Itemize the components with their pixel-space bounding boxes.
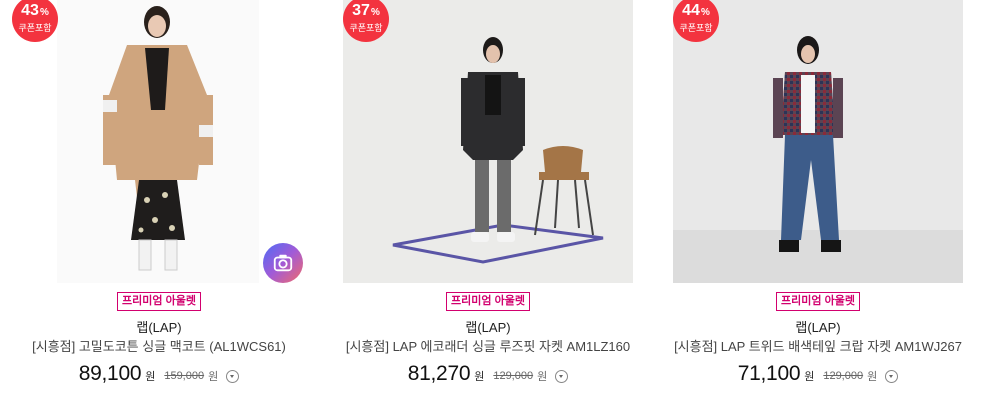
original-price: 129,000 bbox=[493, 370, 534, 382]
coupon-label: 쿠폰포함 bbox=[18, 23, 52, 33]
price-unit: 원 bbox=[474, 371, 485, 383]
discount-unit: % bbox=[39, 7, 49, 18]
camera-icon bbox=[273, 254, 293, 272]
product-image[interactable] bbox=[57, 0, 259, 283]
price-unit: 원 bbox=[804, 371, 815, 383]
original-price-unit: 원 bbox=[537, 371, 548, 383]
price-row: 89,100 원 159,000 원 bbox=[14, 362, 304, 386]
discount-percent: 37 bbox=[352, 2, 370, 19]
coupon-label: 쿠폰포함 bbox=[349, 23, 383, 33]
product-name[interactable]: [시흥점] LAP 트위드 배색테잎 크랍 자켓 AM1WJ267 bbox=[673, 339, 963, 354]
premium-outlet-tag: 프리미엄 아울렛 bbox=[446, 292, 530, 311]
product-card[interactable]: 44% 쿠폰포함 프리미엄 아울렛 랩(LAP) [시흥점] LAP 트위드 배… bbox=[673, 0, 963, 403]
price-info-icon[interactable] bbox=[885, 369, 899, 383]
sale-price: 89,100 bbox=[78, 362, 142, 385]
discount-unit: % bbox=[700, 7, 710, 18]
discount-unit: % bbox=[370, 7, 380, 18]
brand-name[interactable]: 랩(LAP) bbox=[673, 320, 963, 335]
sale-price: 81,270 bbox=[407, 362, 471, 385]
original-price-unit: 원 bbox=[208, 371, 219, 383]
photo-review-button[interactable] bbox=[263, 243, 303, 283]
price-info-icon[interactable] bbox=[226, 369, 240, 383]
original-price-unit: 원 bbox=[867, 371, 878, 383]
coupon-label: 쿠폰포함 bbox=[679, 23, 713, 33]
original-price: 129,000 bbox=[823, 370, 864, 382]
brand-name[interactable]: 랩(LAP) bbox=[343, 320, 633, 335]
product-name[interactable]: [시흥점] LAP 에코래더 싱글 루즈핏 자켓 AM1LZ160 bbox=[343, 339, 633, 354]
product-name[interactable]: [시흥점] 고밀도코튼 싱글 맥코트 (AL1WCS61) bbox=[14, 339, 304, 354]
discount-badge: 43% 쿠폰포함 bbox=[12, 0, 58, 42]
brand-name[interactable]: 랩(LAP) bbox=[14, 320, 304, 335]
product-card[interactable]: 43% 쿠폰포함 프리미엄 아울렛 랩(LAP) [시흥점] 고밀도코튼 싱글 … bbox=[12, 0, 310, 403]
price-unit: 원 bbox=[145, 371, 156, 383]
discount-percent: 44 bbox=[682, 2, 700, 19]
price-row: 71,100 원 129,000 원 bbox=[673, 362, 963, 386]
premium-outlet-tag: 프리미엄 아울렛 bbox=[117, 292, 201, 311]
price-info-icon[interactable] bbox=[555, 369, 569, 383]
premium-outlet-tag: 프리미엄 아울렛 bbox=[776, 292, 860, 311]
product-card[interactable]: 37% 쿠폰포함 프리미엄 아울렛 랩(LAP) [시흥점] LAP 에코래더 … bbox=[343, 0, 633, 403]
sale-price: 71,100 bbox=[737, 362, 801, 385]
product-image[interactable] bbox=[343, 0, 633, 283]
discount-percent: 43 bbox=[21, 2, 39, 19]
product-image[interactable] bbox=[673, 0, 963, 283]
price-row: 81,270 원 129,000 원 bbox=[343, 362, 633, 386]
original-price: 159,000 bbox=[164, 370, 205, 382]
